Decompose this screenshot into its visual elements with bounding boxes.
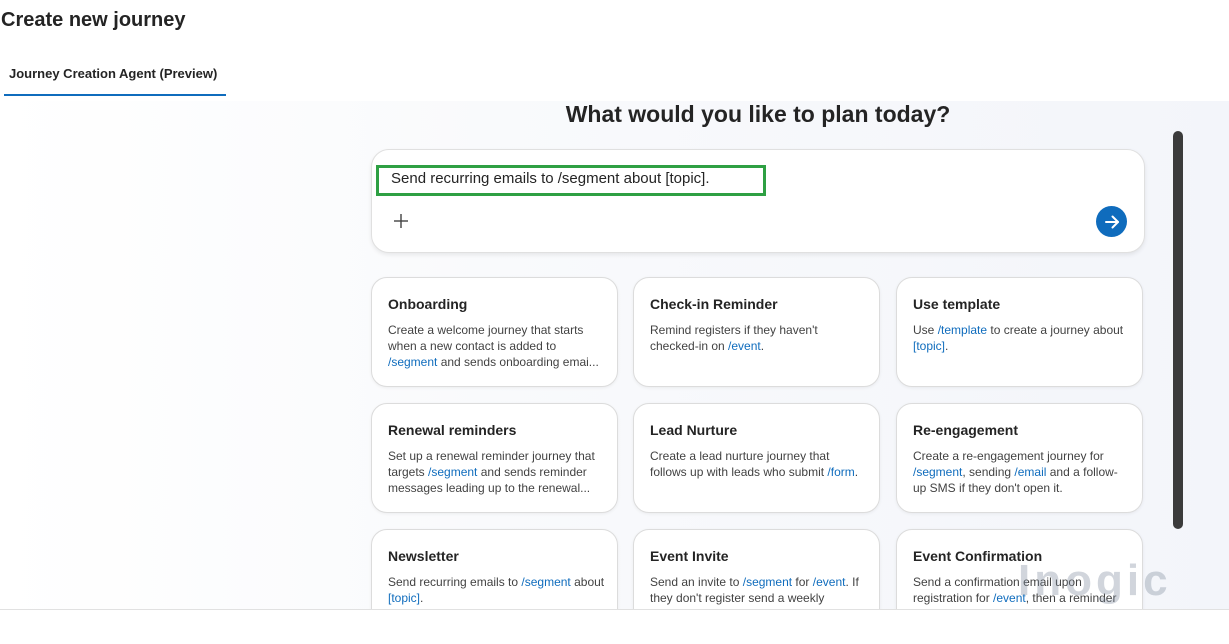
token-link: /segment bbox=[913, 465, 963, 479]
token-link: [topic] bbox=[388, 591, 421, 605]
suggestion-card-use-template[interactable]: Use template Use /template to create a j… bbox=[896, 277, 1143, 387]
create-journey-page: Create new journey Journey Creation Agen… bbox=[0, 0, 1229, 644]
card-description: Send recurring emails to /segment about … bbox=[388, 575, 605, 605]
suggestion-card-event-invite[interactable]: Event Invite Send an invite to /segment … bbox=[633, 529, 880, 609]
tab-label: Journey Creation Agent (Preview) bbox=[9, 66, 218, 81]
send-button[interactable] bbox=[1096, 206, 1127, 237]
token-link: /event bbox=[812, 575, 846, 589]
suggestion-card-lead-nurture[interactable]: Lead Nurture Create a lead nurture journ… bbox=[633, 403, 880, 513]
watermark-text: Inogic bbox=[1018, 556, 1172, 605]
token-link: /form bbox=[827, 465, 855, 479]
panel-heading: What would you like to plan today? bbox=[565, 101, 951, 127]
scrollbar-thumb[interactable] bbox=[1173, 131, 1183, 529]
card-title: Onboarding bbox=[388, 296, 468, 312]
token-link: /segment bbox=[742, 575, 793, 589]
bottom-divider bbox=[0, 609, 1229, 610]
card-description: Create a re-engagement journey for /segm… bbox=[913, 449, 1118, 495]
arrow-right-icon bbox=[1104, 215, 1119, 228]
card-description: Create a welcome journey that starts whe… bbox=[388, 323, 599, 369]
card-description: Send an invite to /segment for /event. I… bbox=[650, 575, 859, 605]
tab-journey-creation-agent[interactable]: Journey Creation Agent (Preview) bbox=[4, 58, 226, 96]
card-description: Create a lead nurture journey that follo… bbox=[650, 449, 859, 479]
suggestion-card-renewal-reminders[interactable]: Renewal reminders Set up a renewal remin… bbox=[371, 403, 618, 513]
card-title: Renewal reminders bbox=[388, 422, 517, 438]
suggestion-card-newsletter[interactable]: Newsletter Send recurring emails to /seg… bbox=[371, 529, 618, 609]
token-link: /event bbox=[728, 339, 761, 353]
card-title: Newsletter bbox=[388, 548, 459, 564]
card-title: Event Invite bbox=[650, 548, 729, 564]
token-link: /segment bbox=[428, 465, 478, 479]
prompt-box[interactable]: Send recurring emails to /segment about … bbox=[371, 149, 1145, 253]
page-title: Create new journey bbox=[1, 9, 186, 31]
card-title: Re-engagement bbox=[913, 422, 1019, 438]
plus-icon bbox=[394, 214, 408, 228]
suggestion-card-check-in-reminder[interactable]: Check-in Reminder Remind registers if th… bbox=[633, 277, 880, 387]
prompt-input[interactable]: Send recurring emails to /segment about … bbox=[391, 170, 710, 187]
watermark-logo: Inogic bbox=[1018, 556, 1172, 605]
suggestion-card-onboarding[interactable]: Onboarding Create a welcome journey that… bbox=[371, 277, 618, 387]
agent-panel: What would you like to plan today? Send … bbox=[0, 101, 1229, 609]
add-attachment-button[interactable] bbox=[390, 210, 412, 232]
suggestion-card-re-engagement[interactable]: Re-engagement Create a re-engagement jou… bbox=[896, 403, 1143, 513]
token-link: /email bbox=[1014, 465, 1047, 479]
token-link: /segment bbox=[521, 575, 571, 589]
card-title: Use template bbox=[913, 296, 1001, 312]
card-description: Use /template to create a journey about … bbox=[913, 323, 1124, 353]
token-link: /segment bbox=[388, 355, 438, 369]
card-description: Set up a renewal reminder journey that t… bbox=[388, 449, 595, 495]
card-title: Lead Nurture bbox=[650, 422, 738, 438]
token-link: [topic] bbox=[913, 339, 946, 353]
vertical-scrollbar[interactable] bbox=[1173, 131, 1183, 529]
token-link: /template bbox=[937, 323, 988, 337]
card-title: Check-in Reminder bbox=[650, 296, 778, 312]
card-description: Remind registers if they haven't checked… bbox=[650, 323, 818, 353]
